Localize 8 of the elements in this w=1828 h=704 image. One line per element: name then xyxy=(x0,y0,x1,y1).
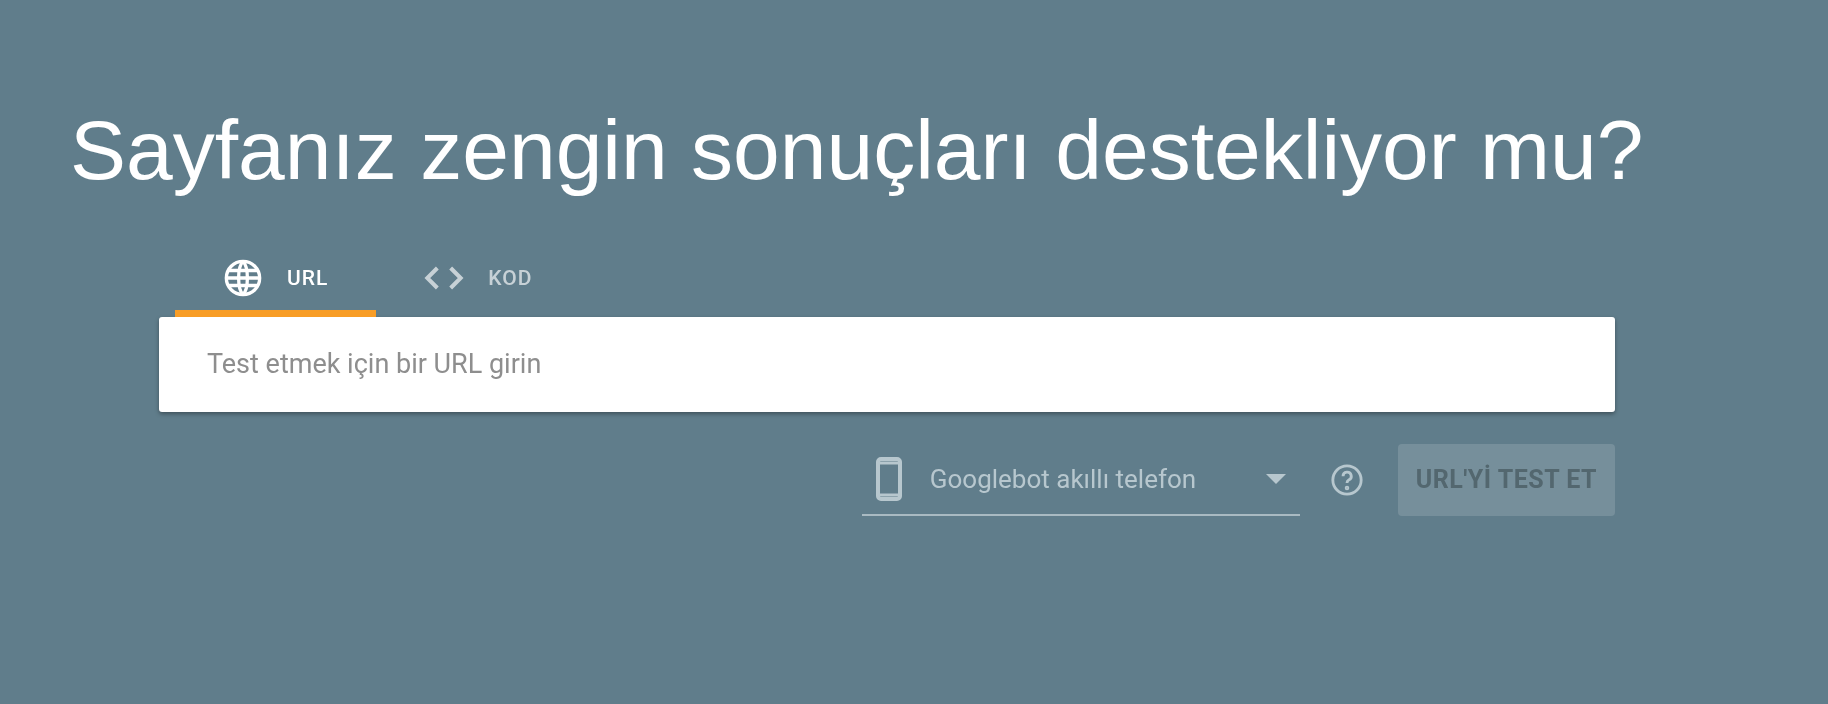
page-heading: Sayfanız zengin sonuçları destekliyor mu? xyxy=(70,102,1645,199)
globe-icon xyxy=(223,258,263,299)
device-dropdown[interactable]: Googlebot akıllı telefon xyxy=(861,443,1300,516)
help-icon[interactable] xyxy=(1329,462,1364,497)
tab[interactable]: KOD xyxy=(376,246,581,317)
url-input-field[interactable]: Test etmek için bir URL girin xyxy=(159,316,1615,412)
caret-icon xyxy=(1265,473,1286,484)
phone-icon xyxy=(875,456,902,501)
